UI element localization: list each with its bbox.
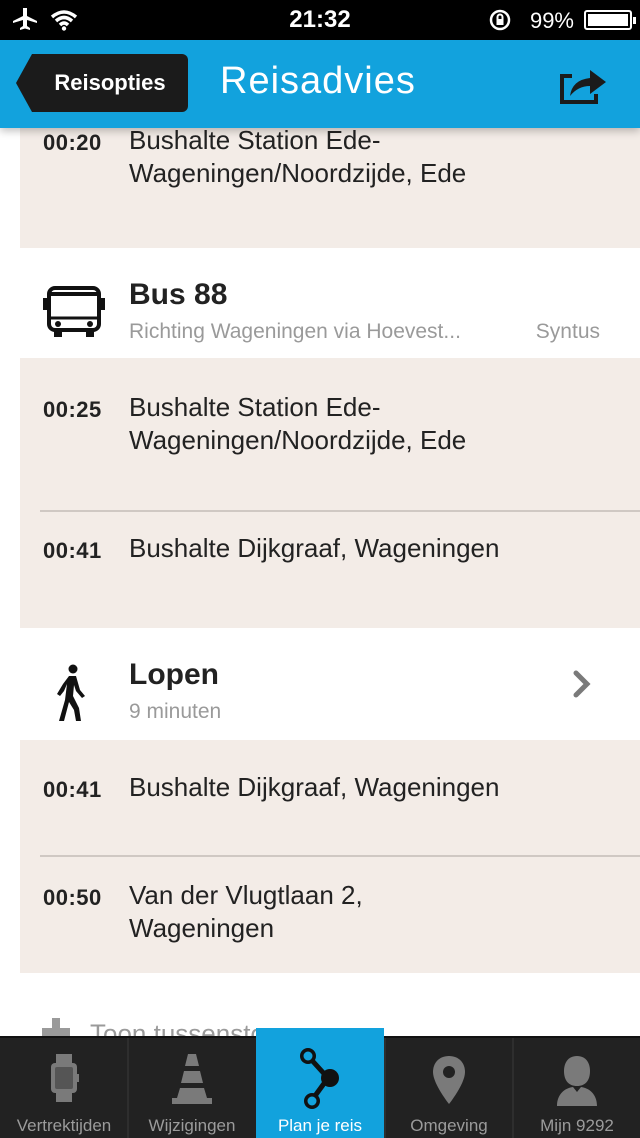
stop-name: Bushalte Dijkgraaf, Wageningen [129, 772, 500, 802]
show-intermediate-stops-button[interactable]: Toon tussenstops [40, 1016, 292, 1036]
leg-title: Lopen [129, 658, 219, 691]
divider [40, 510, 640, 512]
divider [40, 855, 640, 857]
traffic-cone-icon [172, 1054, 212, 1109]
start-stop-card: 00:20 Bushalte Station Ede-Wageningen/No… [20, 128, 640, 248]
battery-percentage: 99% [529, 8, 574, 33]
tab-label: Plan je reis [277, 1116, 363, 1135]
navigation-bar: Reisopties Reisadvies [0, 40, 640, 128]
stop-name: Bushalte Station Ede-Wageningen/Noordzij… [129, 392, 467, 455]
stop-name: Bushalte Station Ede-Wageningen/Noordzij… [129, 128, 467, 188]
tab-vertrektijden[interactable]: Vertrektijden [0, 1038, 128, 1138]
back-button-label: Reisopties [32, 54, 188, 112]
walk-stops-card: 00:41 Bushalte Dijkgraaf, Wageningen 00:… [20, 740, 640, 973]
tab-plan-je-reis[interactable]: Plan je reis [256, 1028, 384, 1138]
leg-title: Bus 88 [129, 278, 228, 311]
tab-label: Vertrektijden [16, 1116, 112, 1135]
bus-stops-card: 00:25 Bushalte Station Ede-Wageningen/No… [20, 358, 640, 628]
share-icon [556, 70, 608, 110]
watch-icon [49, 1054, 79, 1107]
walk-leg-header[interactable]: Lopen 9 minuten [20, 628, 640, 740]
chevron-right-icon[interactable] [572, 670, 592, 703]
walking-person-icon [56, 664, 86, 727]
rotation-lock-icon [488, 8, 512, 37]
bus-leg-header[interactable]: Bus 88 Richting Wageningen via Hoevest..… [20, 248, 640, 358]
tab-omgeving[interactable]: Omgeving [385, 1038, 513, 1138]
tab-bar: Vertrektijden Wijzigingen Plan je reis O… [0, 1028, 640, 1138]
stop-name: Van der Vlugtlaan 2, Wageningen [129, 880, 363, 943]
share-button[interactable] [556, 62, 608, 111]
leg-direction: Richting Wageningen via Hoevest... [129, 320, 461, 343]
status-bar: 21:32 99% [0, 0, 640, 40]
stop-time: 00:25 [43, 397, 102, 422]
journey-content: 00:20 Bushalte Station Ede-Wageningen/No… [0, 128, 640, 1036]
stop-time: 00:50 [43, 885, 102, 910]
person-icon [555, 1054, 599, 1111]
stop-time: 00:20 [43, 130, 102, 155]
bus-icon [42, 284, 106, 345]
battery-icon [584, 10, 636, 30]
route-icon [298, 1046, 342, 1115]
back-button[interactable]: Reisopties [16, 54, 188, 112]
stop-time: 00:41 [43, 777, 102, 802]
tab-label: Mijn 9292 [540, 1116, 614, 1135]
leg-duration: 9 minuten [129, 700, 222, 723]
tab-label: Wijzigingen [148, 1116, 236, 1135]
tab-wijzigingen[interactable]: Wijzigingen [128, 1038, 256, 1138]
location-pin-icon [431, 1054, 467, 1111]
leg-operator: Syntus [535, 320, 600, 343]
plus-icon [40, 1016, 72, 1036]
page-title: Reisadvies [220, 60, 416, 102]
stop-name: Bushalte Dijkgraaf, Wageningen [129, 533, 500, 563]
tab-mijn-9292[interactable]: Mijn 9292 [514, 1038, 640, 1138]
stop-time: 00:41 [43, 538, 102, 563]
tab-label: Omgeving [410, 1116, 488, 1135]
